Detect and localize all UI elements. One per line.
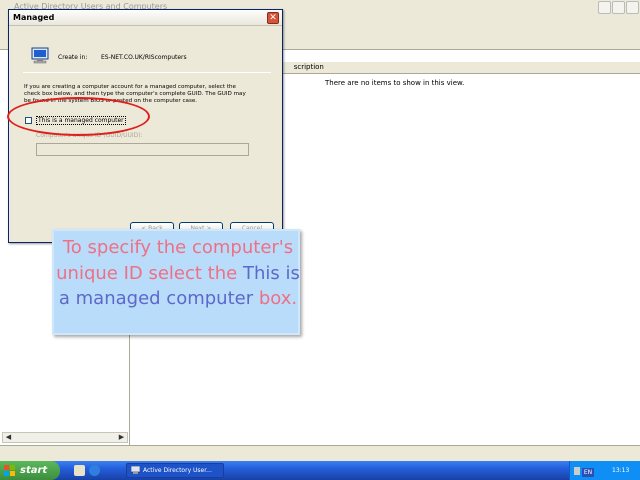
windows-logo-icon bbox=[4, 465, 16, 476]
internet-explorer-icon[interactable] bbox=[89, 465, 100, 476]
console-tree-horizontal-scrollbar[interactable]: ◀ ▶ bbox=[2, 432, 128, 443]
callout-text-part2: box. bbox=[253, 288, 298, 309]
mmc-minimize-button[interactable] bbox=[598, 1, 611, 14]
computer-icon bbox=[31, 47, 49, 64]
scroll-right-arrow-icon[interactable]: ▶ bbox=[117, 433, 126, 442]
mmc-status-bar bbox=[0, 445, 640, 461]
create-in-path: ES-NET.CO.UK/RIScomputers bbox=[101, 54, 187, 61]
dialog-title: Managed bbox=[13, 13, 55, 22]
empty-view-message: There are no items to show in this view. bbox=[325, 79, 465, 87]
mmc-maximize-button[interactable] bbox=[612, 1, 625, 14]
highlight-ellipse bbox=[7, 97, 150, 136]
clock: 13:13 bbox=[612, 467, 630, 474]
tray-app-icon[interactable] bbox=[574, 467, 580, 475]
show-desktop-icon[interactable] bbox=[74, 465, 85, 476]
instruction-callout: To specify the computer's unique ID sele… bbox=[52, 229, 300, 335]
language-indicator[interactable]: EN bbox=[582, 468, 594, 477]
mmc-app-icon bbox=[130, 465, 141, 474]
taskbar-item-active-directory[interactable]: Active Directory User... bbox=[126, 463, 224, 478]
guid-input[interactable] bbox=[36, 143, 249, 156]
close-icon[interactable]: ✕ bbox=[267, 12, 279, 24]
dialog-divider bbox=[23, 72, 271, 73]
create-in-label: Create in: bbox=[58, 54, 88, 61]
callout-text: To specify the computer's unique ID sele… bbox=[54, 235, 302, 312]
scroll-left-arrow-icon[interactable]: ◀ bbox=[4, 433, 13, 442]
mmc-close-button[interactable] bbox=[626, 1, 639, 14]
